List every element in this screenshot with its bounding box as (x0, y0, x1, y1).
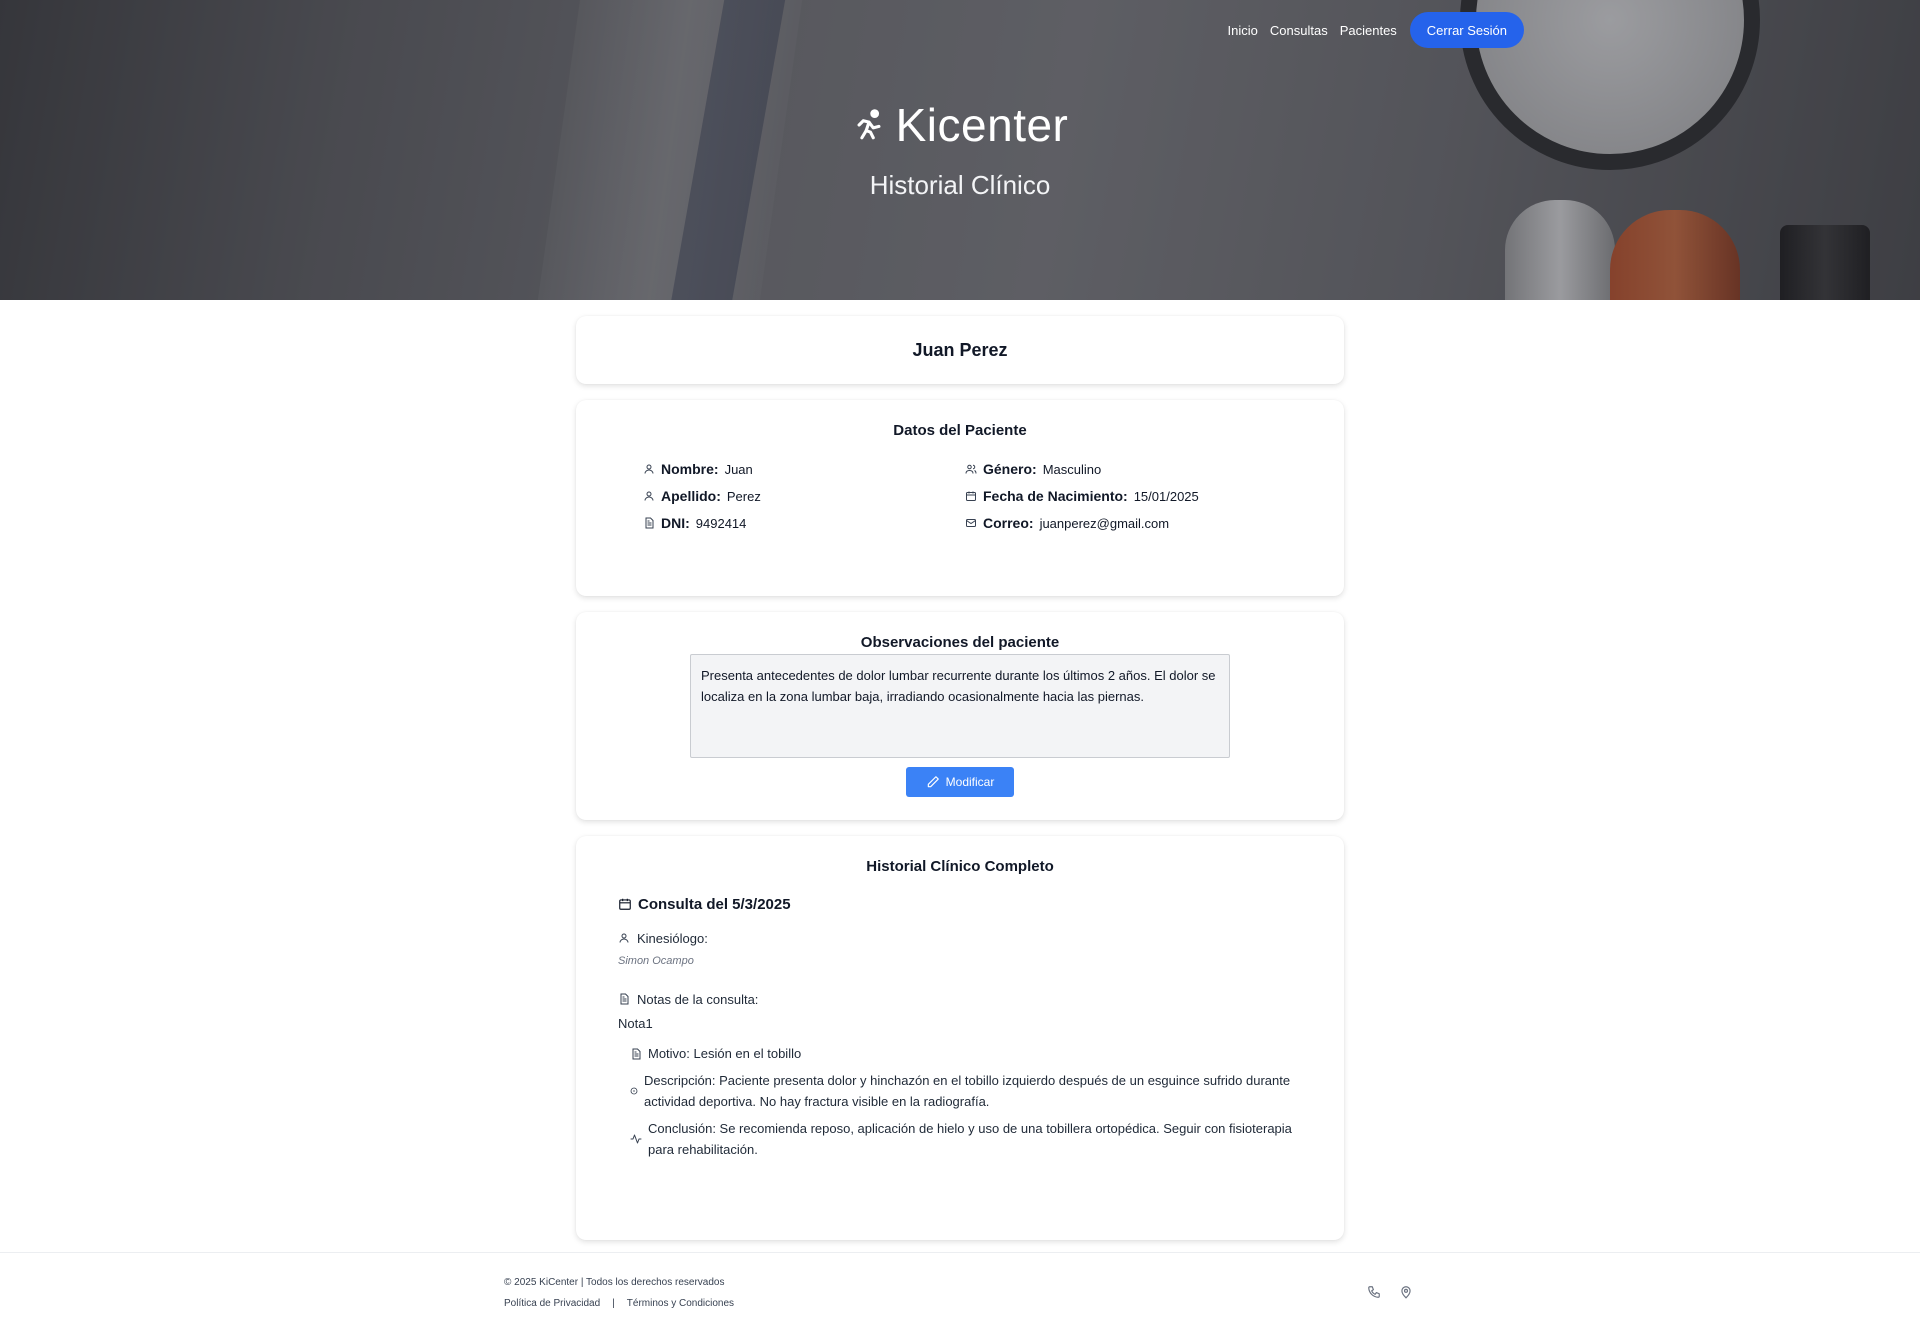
calendar-icon (966, 491, 976, 501)
patient-name-card: Juan Perez (576, 316, 1344, 384)
kinesiologist-label-text: Kinesiólogo: (637, 930, 708, 946)
field-apellido: Apellido: Perez (643, 487, 965, 505)
document-icon (620, 993, 629, 1005)
logout-button[interactable]: Cerrar Sesión (1409, 12, 1524, 48)
consultation-entry: Consulta del 5/3/2025 Kinesiólogo: Simon… (618, 894, 1298, 1160)
field-label: Apellido: (661, 488, 721, 504)
user-icon (644, 491, 654, 501)
location-pin-icon[interactable] (1399, 1285, 1413, 1299)
footer-links: Política de Privacidad | Términos y Cond… (504, 1298, 734, 1309)
observations-title: Observaciones del paciente (860, 634, 1060, 651)
field-value: 9492414 (695, 515, 747, 531)
history-title: Historial Clínico Completo (866, 858, 1054, 875)
calendar-icon (619, 898, 631, 910)
brand-logo: Kicenter (0, 98, 1920, 152)
field-correo: Correo: juanperez@gmail.com (965, 514, 1283, 532)
modify-button-label: Modificar (945, 775, 995, 789)
field-value: juanperez@gmail.com (1039, 515, 1170, 531)
footer-copyright: © 2025 KiCenter | Todos los derechos res… (504, 1277, 725, 1288)
patient-name: Juan Perez (912, 339, 1008, 360)
field-nombre: Nombre: Juan (643, 460, 965, 478)
field-label: Nombre: (661, 461, 719, 477)
page-subtitle: Historial Clínico (869, 170, 1051, 200)
field-value: Masculino (1042, 461, 1102, 477)
modify-button[interactable]: Modificar (906, 767, 1014, 797)
users-icon (965, 464, 977, 474)
observations-card: Observaciones del paciente Presenta ante… (576, 612, 1344, 820)
footer-icons (1367, 1285, 1413, 1299)
note-reason: Motivo: Lesión en el tobillo (630, 1043, 1298, 1064)
note-conclusion: Conclusión: Se recomienda reposo, aplica… (630, 1118, 1298, 1160)
field-label: Género: (983, 461, 1037, 477)
nav-inicio[interactable]: Inicio (1228, 23, 1258, 38)
brand-name: Kicenter (895, 99, 1069, 151)
patient-data-card: Datos del Paciente Nombre: Juan Género: … (576, 400, 1344, 596)
user-icon (619, 933, 629, 943)
privacy-link[interactable]: Política de Privacidad (504, 1298, 600, 1309)
field-label: Correo: (983, 515, 1034, 531)
field-fecha-nacimiento: Fecha de Nacimiento: 15/01/2025 (965, 487, 1283, 505)
observations-textarea[interactable]: Presenta antecedentes de dolor lumbar re… (690, 654, 1230, 758)
mail-icon (966, 519, 976, 527)
field-value: Perez (726, 488, 761, 504)
document-icon (632, 1048, 641, 1059)
note-title: Nota1 (618, 1016, 653, 1031)
phone-icon[interactable] (1367, 1285, 1381, 1299)
patient-data-grid: Nombre: Juan Género: Masculino Apellido:… (643, 460, 1283, 532)
activity-icon (630, 1134, 642, 1144)
kinesiologist-name: Simon Ocampo (618, 955, 694, 967)
document-icon (645, 517, 654, 529)
footer-separator: | (612, 1298, 615, 1309)
field-label: Fecha de Nacimiento: (983, 488, 1128, 504)
field-label: DNI: (661, 515, 690, 531)
field-value: Juan (724, 461, 753, 477)
notes-label-text: Notas de la consulta: (637, 991, 759, 1007)
note-conclusion-text: Conclusión: Se recomienda reposo, aplica… (648, 1121, 1292, 1157)
note-description: Descripción: Paciente presenta dolor y h… (630, 1070, 1298, 1112)
note-reason-text: Motivo: Lesión en el tobillo (648, 1046, 802, 1061)
field-value: 15/01/2025 (1133, 488, 1199, 504)
field-genero: Género: Masculino (965, 460, 1283, 478)
terms-link[interactable]: Términos y Condiciones (627, 1298, 734, 1309)
consultation-date: Consulta del 5/3/2025 (638, 895, 791, 913)
note-description-text: Descripción: Paciente presenta dolor y h… (644, 1073, 1291, 1109)
kinesiologist-label: Kinesiólogo: (618, 929, 1298, 947)
history-card: Historial Clínico Completo Consulta del … (576, 836, 1344, 1240)
patient-data-title: Datos del Paciente (893, 422, 1027, 439)
running-person-icon (857, 109, 881, 140)
info-circle-icon (630, 1087, 638, 1095)
notes-label: Notas de la consulta: (618, 990, 1298, 1008)
brand-row: Kicenter (852, 98, 1069, 152)
pencil-icon (927, 776, 939, 788)
nav-consultas[interactable]: Consultas (1270, 23, 1328, 38)
footer: © 2025 KiCenter | Todos los derechos res… (0, 1252, 1920, 1336)
nav-pacientes[interactable]: Pacientes (1340, 23, 1397, 38)
user-icon (644, 464, 654, 474)
field-dni: DNI: 9492414 (643, 514, 965, 532)
consultation-title: Consulta del 5/3/2025 (618, 894, 1298, 914)
top-nav: Inicio Consultas Pacientes Cerrar Sesión (1228, 12, 1524, 48)
